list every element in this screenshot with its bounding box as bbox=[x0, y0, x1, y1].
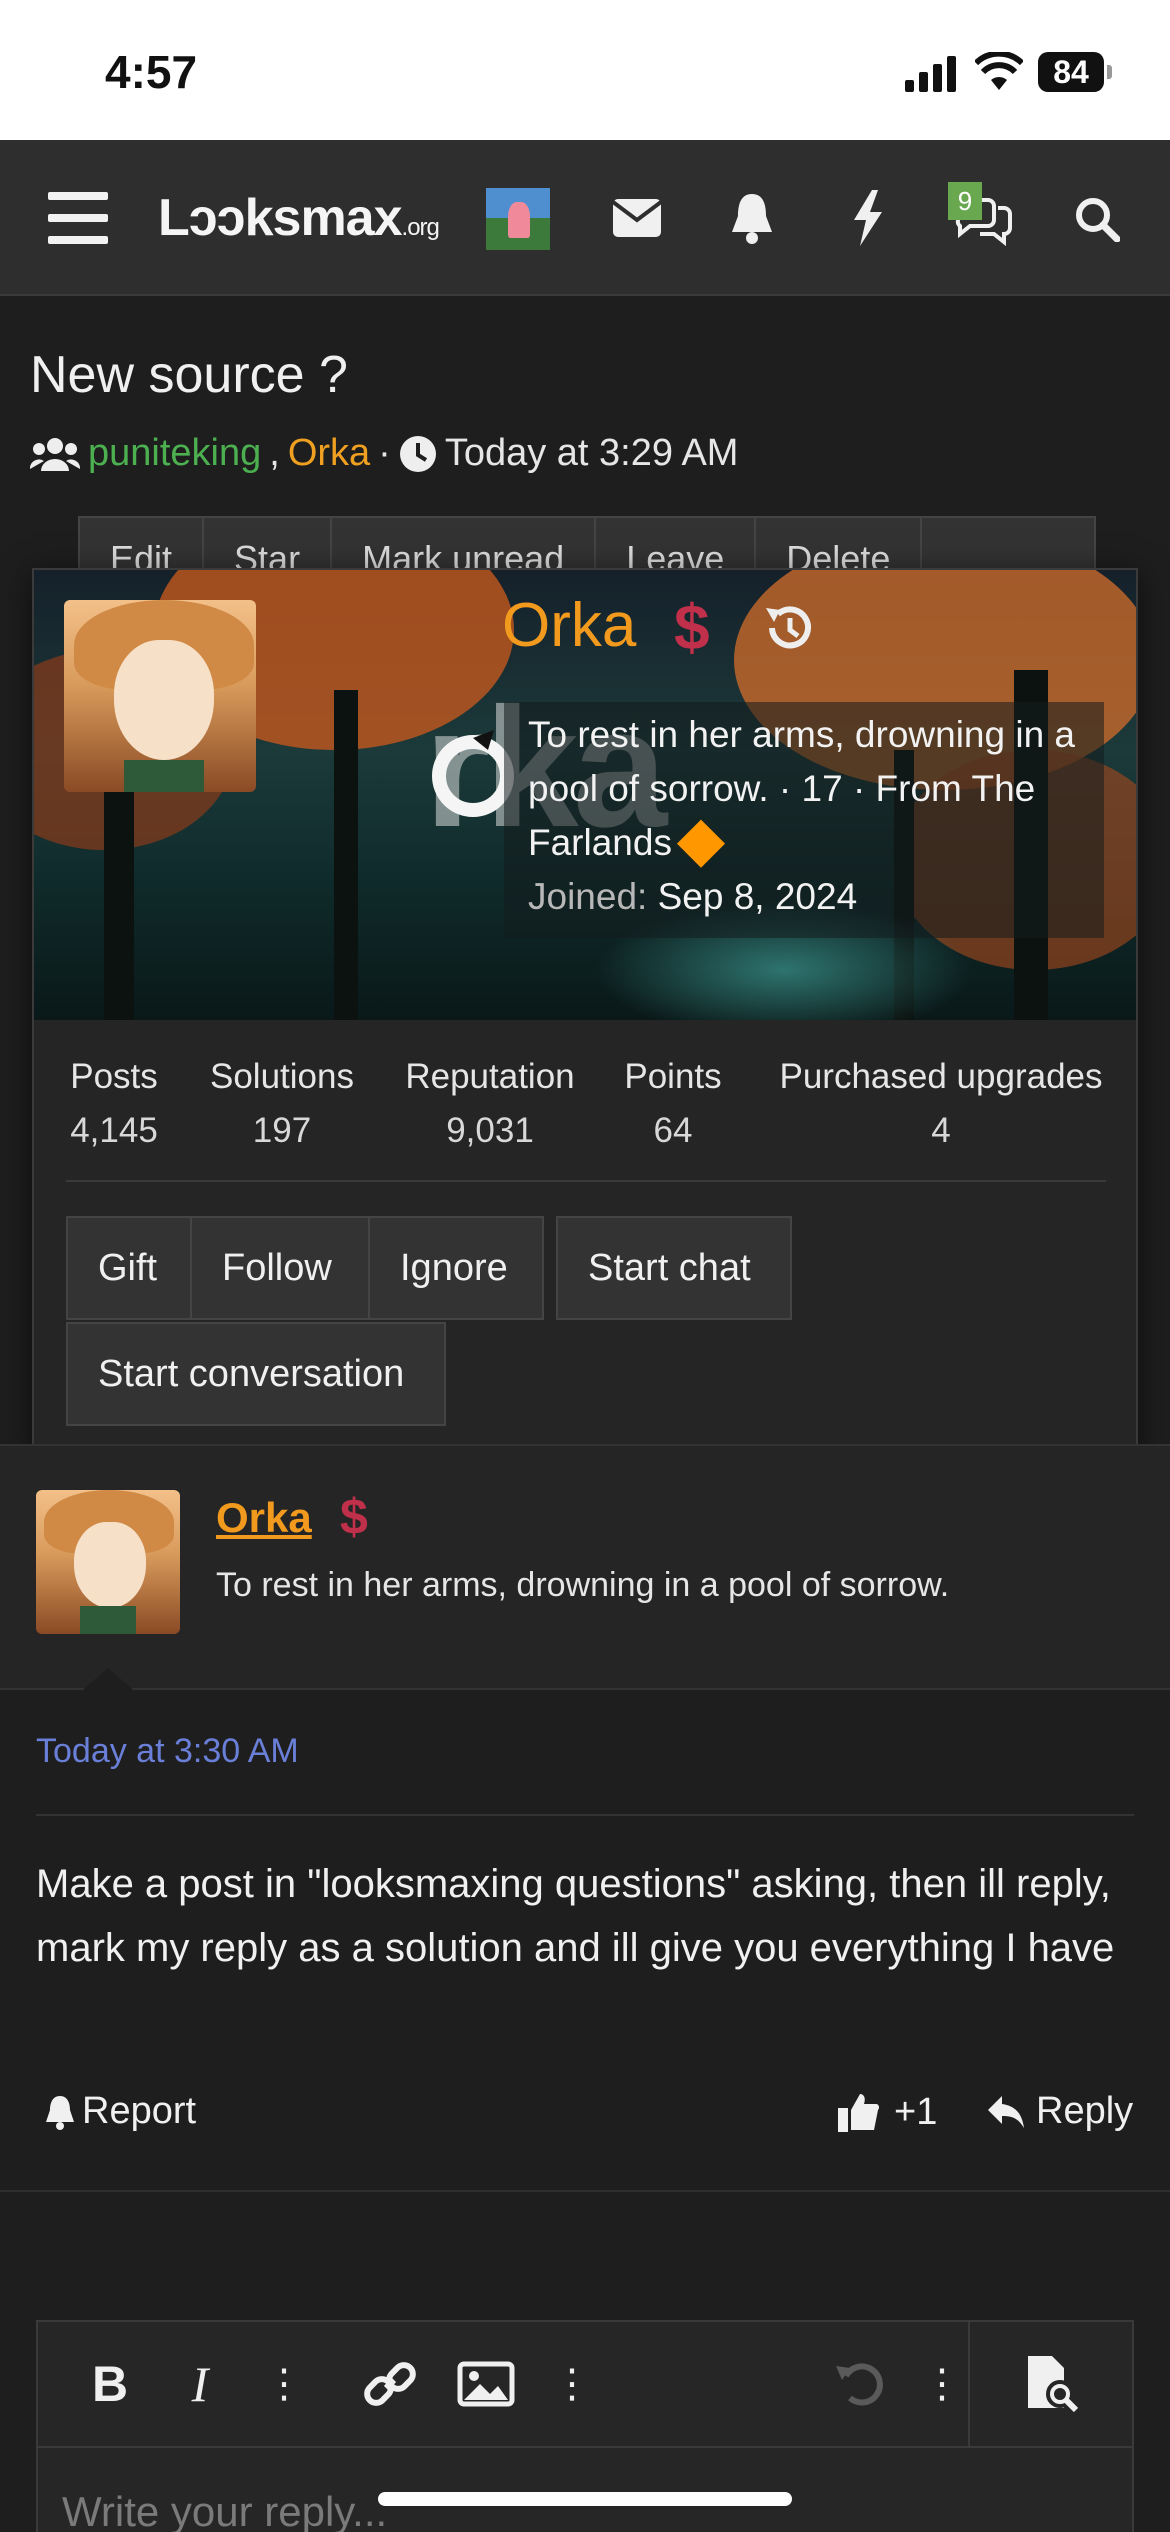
italic-icon[interactable]: I bbox=[168, 2352, 232, 2416]
ignore-button[interactable]: Ignore bbox=[368, 1216, 544, 1320]
stat-solutions[interactable]: Solutions 197 bbox=[202, 1050, 362, 1158]
image-icon[interactable] bbox=[454, 2352, 518, 2416]
post-user-title: To rest in her arms, drowning in a pool … bbox=[216, 1566, 950, 1604]
post-author-link[interactable]: Orka bbox=[216, 1494, 312, 1542]
toolbar-separator bbox=[968, 2322, 970, 2448]
reply-button[interactable]: Reply bbox=[986, 2090, 1133, 2133]
diamond-icon bbox=[676, 819, 725, 868]
card-user-info: To rest in her arms, drowning in a pool … bbox=[504, 702, 1104, 938]
gift-button[interactable]: Gift bbox=[66, 1216, 192, 1320]
thread-meta: puniteking, Orka · Today at 3:29 AM bbox=[30, 432, 738, 475]
editor-toolbar: B I ⋮ ⋮ ⋮ bbox=[38, 2322, 1132, 2448]
joined-date: Sep 8, 2024 bbox=[657, 876, 858, 917]
post-separator bbox=[0, 2190, 1170, 2192]
preview-icon[interactable] bbox=[1018, 2352, 1082, 2416]
undo-icon[interactable] bbox=[828, 2352, 892, 2416]
participant-link-orka[interactable]: Orka bbox=[288, 432, 370, 475]
post-arrow bbox=[78, 1668, 138, 1694]
lightning-icon[interactable] bbox=[850, 190, 886, 246]
reply-input[interactable]: Write your reply... bbox=[62, 2488, 387, 2532]
follow-button[interactable]: Follow bbox=[190, 1216, 370, 1320]
card-bio: To rest in her arms, drowning in a pool … bbox=[528, 714, 1076, 863]
dollar-icon: $ bbox=[674, 591, 710, 663]
tooltip-arrow bbox=[242, 1458, 298, 1484]
like-count: +1 bbox=[894, 2090, 938, 2133]
participant-separator: , bbox=[269, 432, 280, 474]
card-stats: Posts 4,145 Solutions 197 Reputation 9,031 … bbox=[34, 1050, 1136, 1166]
stat-purchased-upgrades[interactable]: Purchased upgrades 4 bbox=[766, 1050, 1116, 1158]
status-bar: 4:57 84 bbox=[0, 0, 1170, 140]
logo-text: Lɔɔksmax bbox=[158, 189, 403, 247]
card-username[interactable]: Orka bbox=[502, 590, 636, 661]
hamburger-menu-icon[interactable] bbox=[48, 192, 108, 244]
more-text-options-icon[interactable]: ⋮ bbox=[252, 2352, 316, 2416]
link-icon[interactable] bbox=[358, 2352, 422, 2416]
post-date-link[interactable]: Today at 3:30 AM bbox=[36, 1732, 299, 1771]
reply-label: Reply bbox=[1036, 2090, 1134, 2132]
envelope-icon[interactable] bbox=[612, 198, 662, 238]
stats-divider bbox=[66, 1180, 1106, 1182]
search-icon[interactable] bbox=[1074, 196, 1120, 242]
post-divider bbox=[36, 1814, 1134, 1816]
stat-label: Points bbox=[624, 1057, 722, 1096]
stat-label: Solutions bbox=[210, 1057, 354, 1096]
conversations-badge: 9 bbox=[948, 182, 982, 220]
stat-label: Posts bbox=[70, 1057, 158, 1096]
dollar-icon: $ bbox=[340, 1489, 368, 1545]
status-time: 4:57 bbox=[105, 46, 198, 98]
start-chat-button[interactable]: Start chat bbox=[556, 1216, 792, 1320]
history-icon bbox=[766, 606, 811, 649]
like-button[interactable]: +1 bbox=[836, 2090, 937, 2134]
stat-value: 4 bbox=[931, 1111, 951, 1150]
report-button[interactable]: Report bbox=[44, 2090, 196, 2133]
users-icon bbox=[30, 437, 80, 471]
joined-label: Joined: bbox=[528, 876, 648, 917]
card-avatar[interactable] bbox=[64, 600, 256, 792]
bell-icon bbox=[46, 2095, 74, 2130]
stat-posts[interactable]: Posts 4,145 bbox=[64, 1050, 164, 1158]
top-nav: Lɔɔksmax.org 9 bbox=[0, 140, 1170, 296]
meta-dot: · bbox=[378, 432, 391, 474]
stat-label: Reputation bbox=[405, 1057, 575, 1096]
logo-suffix: .org bbox=[401, 214, 440, 241]
post-avatar[interactable] bbox=[36, 1490, 180, 1634]
more-options-icon[interactable]: ⋮ bbox=[910, 2352, 974, 2416]
stat-value: 9,031 bbox=[446, 1111, 534, 1150]
stat-value: 64 bbox=[653, 1111, 693, 1150]
thread-title: New source ? bbox=[30, 346, 348, 404]
bell-icon[interactable] bbox=[730, 192, 774, 244]
participant-link-puniteking[interactable]: puniteking bbox=[88, 432, 261, 475]
bold-icon[interactable]: B bbox=[78, 2352, 142, 2416]
clock-icon bbox=[399, 435, 436, 472]
stat-value: 197 bbox=[252, 1111, 312, 1150]
site-logo[interactable]: Lɔɔksmax.org bbox=[158, 188, 440, 248]
home-indicator bbox=[378, 2492, 792, 2506]
profile-banner: rka Orka $ To rest in her arms, drowning… bbox=[34, 570, 1136, 1020]
start-conversation-button[interactable]: Start conversation bbox=[66, 1322, 446, 1426]
wifi-icon bbox=[975, 52, 1023, 90]
post-actions: Report +1 Reply bbox=[36, 2090, 1134, 2150]
report-label: Report bbox=[82, 2090, 197, 2132]
user-avatar-nav[interactable] bbox=[486, 188, 550, 250]
member-tooltip-card: rka Orka $ To rest in her arms, drowning… bbox=[32, 568, 1138, 1460]
thread-time: Today at 3:29 AM bbox=[444, 432, 739, 474]
stat-label: Purchased upgrades bbox=[779, 1057, 1103, 1096]
stat-points[interactable]: Points 64 bbox=[618, 1050, 728, 1158]
stat-reputation[interactable]: Reputation 9,031 bbox=[398, 1050, 582, 1158]
reply-icon bbox=[988, 2095, 1024, 2128]
more-insert-options-icon[interactable]: ⋮ bbox=[540, 2352, 604, 2416]
signal-icon bbox=[905, 56, 957, 92]
thumbs-up-icon bbox=[838, 2094, 880, 2132]
post-body: Make a post in "looksmaxing questions" a… bbox=[36, 1862, 1115, 1970]
stat-value: 4,145 bbox=[70, 1111, 158, 1150]
battery-indicator: 84 bbox=[1038, 52, 1112, 92]
